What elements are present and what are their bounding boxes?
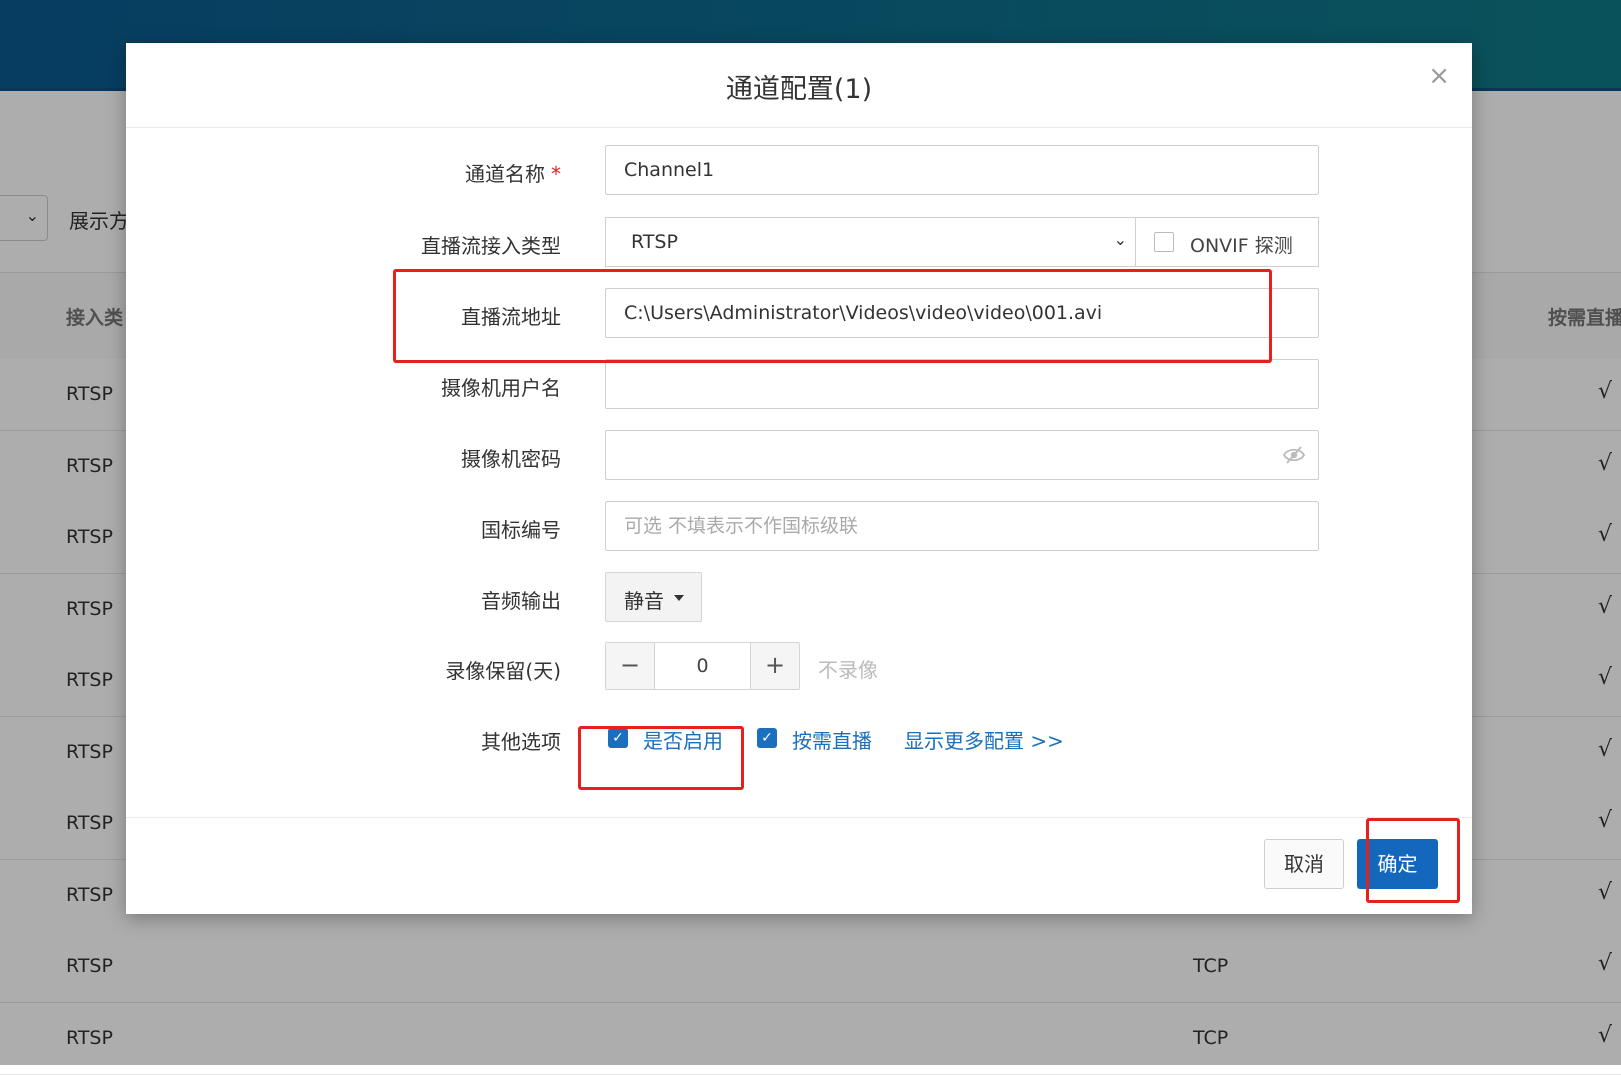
audio-output-label: 音频输出 [481,589,561,613]
on-demand-checkbox[interactable]: ✓ [757,728,777,748]
channel-name-field-wrapper [605,145,1319,195]
audio-output-value: 静音 [624,589,664,613]
eye-hidden-icon[interactable] [1282,445,1306,465]
form-row-record-keep: 录像保留(天) − 0 + 不录像 [126,642,1472,694]
dialog-header: 通道配置(1) × [126,43,1472,128]
form-row-other-options: 其他选项 ✓ 是否启用 ✓ 按需直播 显示更多配置 >> [126,713,1472,765]
stream-type-value: RTSP [631,231,678,253]
form-row-channel-name: 通道名称 * [126,145,1472,197]
camera-username-field-wrapper [605,359,1319,409]
annotation-box-stream-url [393,269,1272,363]
show-more-config-link[interactable]: 显示更多配置 >> [904,725,1064,754]
form-row-audio-output: 音频输出 静音 [126,572,1472,624]
onvif-probe-option[interactable]: ONVIF 探测 [1135,217,1319,267]
camera-username-input[interactable] [606,360,1318,408]
form-row-stream-type: 直播流接入类型 RTSP ⌄ ONVIF 探测 [126,217,1472,269]
on-demand-label[interactable]: 按需直播 [792,725,872,754]
annotation-box-confirm [1366,818,1460,903]
onvif-probe-checkbox[interactable] [1154,232,1174,252]
other-options-label: 其他选项 [481,730,561,754]
close-icon[interactable]: × [1428,61,1450,91]
chevron-down-icon: ⌄ [1113,230,1127,249]
form-row-gb-code: 国标编号 [126,501,1472,553]
record-keep-value[interactable]: 0 [654,655,751,677]
channel-name-input[interactable] [606,146,1318,194]
gb-code-input[interactable] [606,502,1318,550]
caret-down-icon [674,595,684,601]
onvif-probe-label: ONVIF 探测 [1190,235,1293,257]
decrement-button[interactable]: − [606,643,655,689]
dialog-title: 通道配置(1) [725,74,873,105]
form-row-camera-password: 摄像机密码 [126,430,1472,482]
channel-config-dialog: 通道配置(1) × 通道名称* 直播流接入类型 RTSP ⌄ ONVIF 探测 … [126,43,1472,914]
increment-button[interactable]: + [750,643,799,689]
camera-password-input[interactable] [606,431,1318,479]
audio-output-dropdown[interactable]: 静音 [605,572,702,622]
stream-type-label: 直播流接入类型 [421,234,561,258]
gb-code-label: 国标编号 [481,518,561,542]
channel-name-label: 通道名称 * [465,162,561,186]
footer-divider [126,817,1472,818]
camera-password-field-wrapper [605,430,1319,480]
form-row-camera-user: 摄像机用户名 [126,359,1472,411]
camera-username-label: 摄像机用户名 [441,376,561,400]
cancel-button[interactable]: 取消 [1264,839,1344,889]
annotation-box-enable [578,726,744,790]
stream-type-select[interactable]: RTSP ⌄ [605,217,1135,267]
record-keep-note: 不录像 [818,658,878,682]
gb-code-field-wrapper [605,501,1319,551]
required-mark: * [551,162,561,186]
record-keep-stepper: − 0 + [605,642,800,690]
camera-password-label: 摄像机密码 [461,447,561,471]
record-keep-label: 录像保留(天) [445,659,561,683]
